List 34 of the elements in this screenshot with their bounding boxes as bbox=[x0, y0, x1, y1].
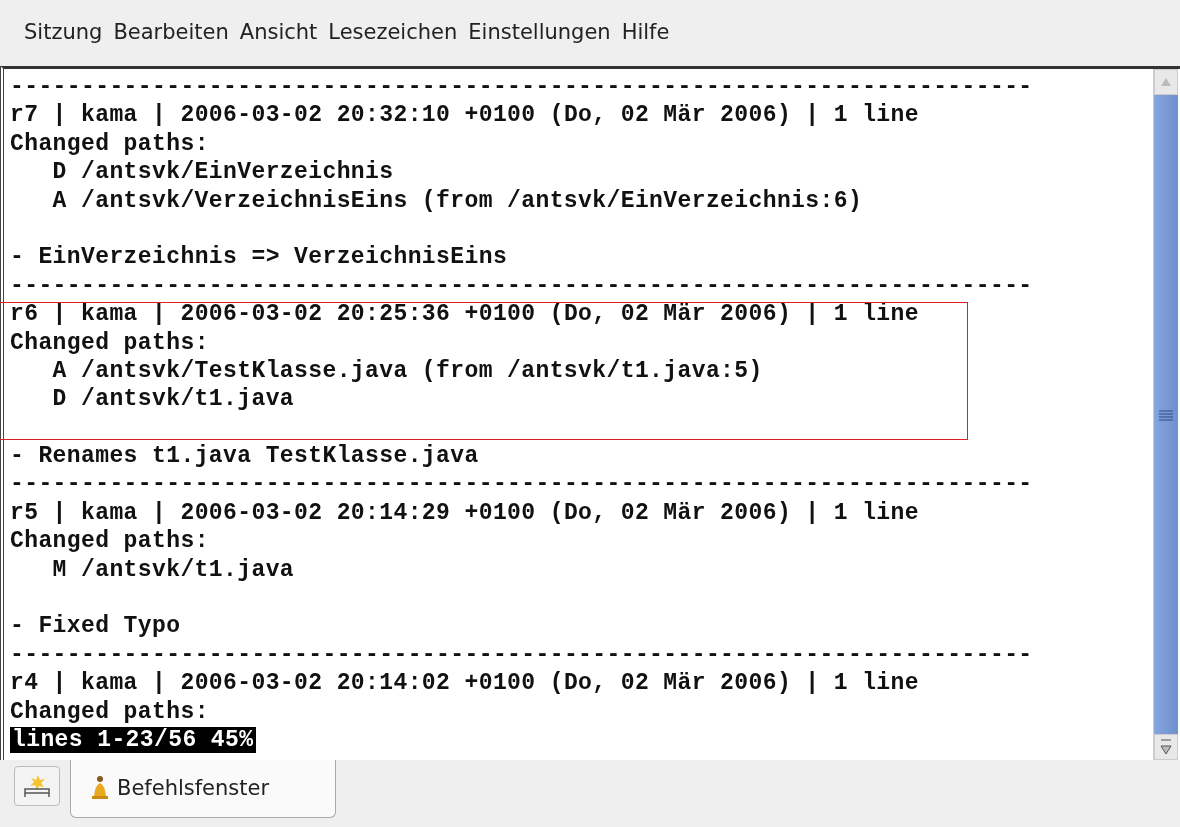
terminal-line: - Renames t1.java TestKlasse.java bbox=[10, 443, 479, 470]
terminal-line: - Fixed Typo bbox=[10, 613, 181, 640]
pager-status: lines 1-23/56 45% bbox=[10, 727, 257, 753]
terminal-line: ------------------------------------------------------------------------ bbox=[10, 272, 1033, 299]
terminal-line: Changed paths: bbox=[10, 130, 209, 157]
terminal-line: A /antsvk/VerzeichnisEins (from /antsvk/EinVerzeichnis:6) bbox=[52, 187, 863, 214]
menu-item[interactable]: Sitzung bbox=[24, 20, 103, 44]
terminal-line: - EinVerzeichnis => VerzeichnisEins bbox=[10, 244, 508, 271]
terminal-line: D /antsvk/EinVerzeichnis bbox=[52, 159, 394, 186]
scroll-down-icon[interactable] bbox=[1154, 734, 1178, 760]
menu-item[interactable]: Hilfe bbox=[621, 20, 670, 44]
terminal-line: ------------------------------------------------------------------------ bbox=[10, 641, 1033, 668]
scroll-up-icon[interactable] bbox=[1154, 69, 1178, 95]
terminal-line: r6 | kama | 2006-03-02 20:25:36 +0100 (Do, 02 Mär 2006) | 1 line bbox=[10, 301, 919, 328]
terminal-line: A /antsvk/TestKlasse.java (from /antsvk/t1.java:5) bbox=[52, 357, 763, 384]
terminal-line: r7 | kama | 2006-03-02 20:32:10 +0100 (Do, 02 Mär 2006) | 1 line bbox=[10, 102, 919, 129]
terminal-line: Changed paths: bbox=[10, 698, 209, 725]
terminal-line: D /antsvk/t1.java bbox=[52, 386, 295, 413]
menu-item[interactable]: Lesezeichen bbox=[328, 20, 458, 44]
session-tab[interactable]: Befehlsfenster bbox=[70, 758, 336, 818]
terminal-line: r5 | kama | 2006-03-02 20:14:29 +0100 (Do, 02 Mär 2006) | 1 line bbox=[10, 499, 919, 526]
terminal-line: Changed paths: bbox=[10, 329, 209, 356]
bell-icon bbox=[91, 774, 109, 801]
menu-item[interactable]: Einstellungen bbox=[468, 20, 611, 44]
menu-item[interactable]: Ansicht bbox=[239, 20, 318, 44]
sparkle-bed-icon bbox=[22, 773, 52, 799]
terminal-line: ------------------------------------------------------------------------ bbox=[10, 471, 1033, 498]
grip-icon bbox=[1159, 408, 1173, 421]
new-session-button[interactable] bbox=[14, 766, 60, 806]
terminal-line: M /antsvk/t1.java bbox=[52, 556, 295, 583]
terminal-line: Changed paths: bbox=[10, 528, 209, 555]
terminal-line: ------------------------------------------------------------------------ bbox=[10, 74, 1033, 100]
menu-item[interactable]: Bearbeiten bbox=[113, 20, 229, 44]
terminal-line: r4 | kama | 2006-03-02 20:14:02 +0100 (Do, 02 Mär 2006) | 1 line bbox=[10, 670, 919, 697]
